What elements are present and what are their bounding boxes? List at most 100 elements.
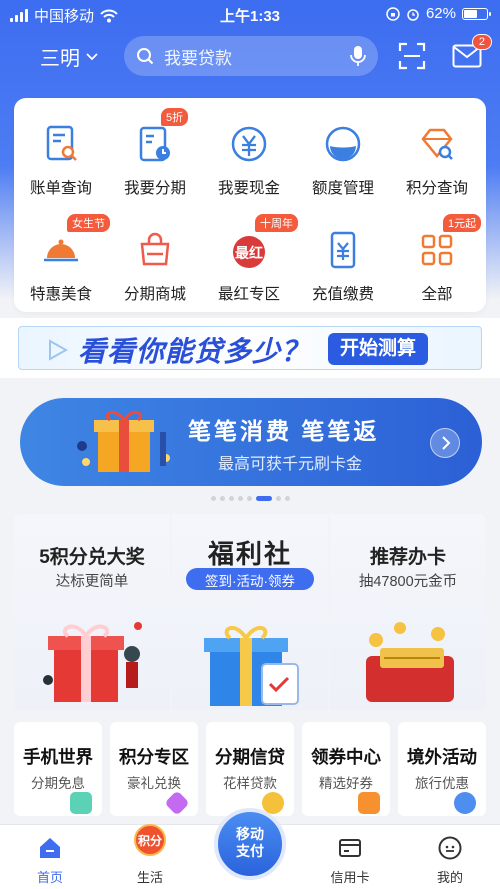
carousel-dot: [237, 496, 243, 501]
city-selector[interactable]: 三明: [40, 42, 98, 71]
tab-life[interactable]: 积分 生活: [110, 824, 190, 886]
all-grid-icon: [421, 234, 453, 266]
mobile-pay-label: 移动 支付: [236, 826, 264, 859]
grid-item-recharge[interactable]: 充值缴费: [296, 228, 390, 304]
tab-label: 生活: [136, 870, 163, 885]
carousel-dot: [246, 496, 252, 501]
search-bar[interactable]: 我要贷款: [124, 36, 378, 76]
credit-card-icon: [339, 839, 361, 857]
tab-mine[interactable]: 我的: [410, 835, 490, 886]
mobile-pay-button[interactable]: 移动 支付: [214, 808, 286, 880]
grid-item-points-query[interactable]: 积分查询: [390, 122, 484, 198]
quick-card-title: 领券中心: [311, 747, 381, 767]
grid-label: 账单查询: [29, 180, 92, 197]
quick-card-title: 手机世界: [23, 747, 93, 767]
grid-item-credit-limit[interactable]: 额度管理: [296, 122, 390, 198]
zuihong-icon-text: 最红: [235, 245, 263, 262]
grid-item-installment[interactable]: 5折 我要分期: [108, 108, 202, 198]
quick-card-overseas[interactable]: 境外活动 旅行优惠: [398, 722, 486, 816]
quick-card-title: 境外活动: [407, 747, 477, 767]
battery-icon: [462, 7, 491, 20]
carousel-dot: [228, 496, 234, 501]
feature-card-welfare-club[interactable]: 福利社 签到·活动·领券: [172, 514, 328, 710]
grid-label: 我要分期: [123, 180, 186, 197]
feature-subtitle: 签到·活动·领券: [205, 574, 295, 589]
carousel-dot: [210, 496, 216, 501]
grid-item-food[interactable]: 女生节 特惠美食: [14, 214, 110, 304]
grid-label: 额度管理: [311, 180, 374, 197]
message-button[interactable]: 2: [452, 34, 492, 70]
quick-card-coupon-center[interactable]: 领券中心 精选好券: [302, 722, 390, 816]
grid-item-all[interactable]: 1元起 全部: [390, 214, 484, 304]
tag-badge: 1元起: [443, 214, 482, 232]
tag-badge: 十周年: [255, 214, 298, 232]
quick-service-grid: 账单查询 5折 我要分期 我要现金 额度管理 积分查询 女生节 特惠美食 分期商…: [14, 98, 486, 312]
grid-label: 分期商城: [123, 286, 186, 303]
gold-coins-illustration: [366, 622, 454, 702]
grid-item-bill-query[interactable]: 账单查询: [14, 122, 108, 198]
feature-title: 福利社: [207, 539, 292, 569]
start-calc-button[interactable]: 开始测算: [328, 333, 428, 365]
grid-item-cash[interactable]: 我要现金: [202, 122, 296, 198]
shopping-bag-icon: [140, 232, 170, 266]
phone-icon: [70, 792, 92, 814]
profile-face-icon: [438, 836, 462, 860]
quick-card-subtitle: 精选好券: [319, 776, 373, 791]
microphone-icon[interactable]: [350, 45, 366, 67]
carousel-dot: [275, 496, 281, 501]
gift-box-illustration: [77, 410, 170, 472]
quick-card-points-zone[interactable]: 积分专区 豪礼兑换: [110, 722, 198, 816]
credit-limit-icon: [325, 126, 361, 162]
search-input[interactable]: 我要贷款: [164, 44, 350, 69]
carousel-dot: [284, 496, 290, 501]
feature-title: 推荐办卡: [369, 547, 446, 568]
quick-card-subtitle: 分期免息: [31, 776, 85, 791]
tab-credit-card[interactable]: 信用卡: [310, 835, 390, 886]
points-life-icon: 积分: [134, 824, 166, 856]
scan-icon[interactable]: [398, 42, 426, 70]
search-icon: [137, 48, 154, 65]
feature-subtitle: 抽47800元金币: [358, 574, 458, 590]
grid-label: 最红专区: [217, 286, 280, 303]
quick-card-subtitle: 旅行优惠: [415, 776, 469, 791]
orientation-lock-icon: [386, 6, 400, 21]
battery-percent: 62%: [425, 5, 456, 22]
grid-item-zuihong[interactable]: 最红 十周年 最红专区: [202, 214, 298, 304]
loan-calc-title: 看看你能贷多少？: [78, 336, 311, 367]
diamond-icon: [164, 790, 190, 816]
yuan-cash-icon: [231, 126, 267, 162]
quick-card-title: 分期信贷: [215, 747, 285, 767]
installment-icon: [139, 126, 170, 162]
carousel-dot: [255, 496, 272, 501]
recharge-icon: [330, 231, 356, 269]
tag-badge: 5折: [161, 108, 189, 126]
zuihong-icon: 最红: [233, 236, 265, 268]
quick-card-phone-world[interactable]: 手机世界 分期免息: [14, 722, 102, 816]
gift-prize-illustration: [43, 622, 142, 702]
message-badge: 2: [471, 34, 492, 50]
promo-arrow-button[interactable]: [430, 428, 460, 458]
quick-card-installment-loan[interactable]: 分期信贷 花样贷款: [206, 722, 294, 816]
points-icon-text: 积分: [138, 833, 162, 848]
carousel-indicator: [0, 496, 500, 501]
points-diamond-icon: [421, 128, 453, 160]
cashback-promo-banner[interactable]: 笔笔消费 笔笔返 最高可获千元刷卡金: [20, 398, 482, 486]
feature-card-card-apply[interactable]: 推荐办卡 抽47800元金币: [330, 514, 486, 710]
feature-card-points-prize[interactable]: 5积分兑大奖 达标更简单: [14, 514, 170, 710]
feature-title: 5积分兑大奖: [39, 547, 145, 568]
quick-card-title: 积分专区: [119, 747, 189, 767]
grid-label: 我要现金: [217, 180, 280, 197]
tab-home[interactable]: 首页: [10, 835, 90, 886]
tag-badge: 女生节: [67, 214, 110, 232]
grid-item-mall[interactable]: 分期商城: [108, 228, 202, 304]
quick-card-subtitle: 豪礼兑换: [127, 776, 181, 791]
grid-label: 全部: [421, 286, 453, 303]
status-bar: 中国移动 上午1:33 62%: [0, 0, 500, 28]
bill-search-icon: [46, 125, 77, 161]
city-label: 三明: [40, 48, 80, 70]
loan-calc-banner[interactable]: 看看你能贷多少？ 开始测算: [0, 318, 500, 378]
feature-subtitle: 达标更简单: [55, 574, 129, 590]
tab-label: 我的: [436, 870, 463, 885]
quick-card-subtitle: 花样贷款: [223, 776, 277, 791]
gift-box-blue-illustration: [204, 625, 299, 706]
